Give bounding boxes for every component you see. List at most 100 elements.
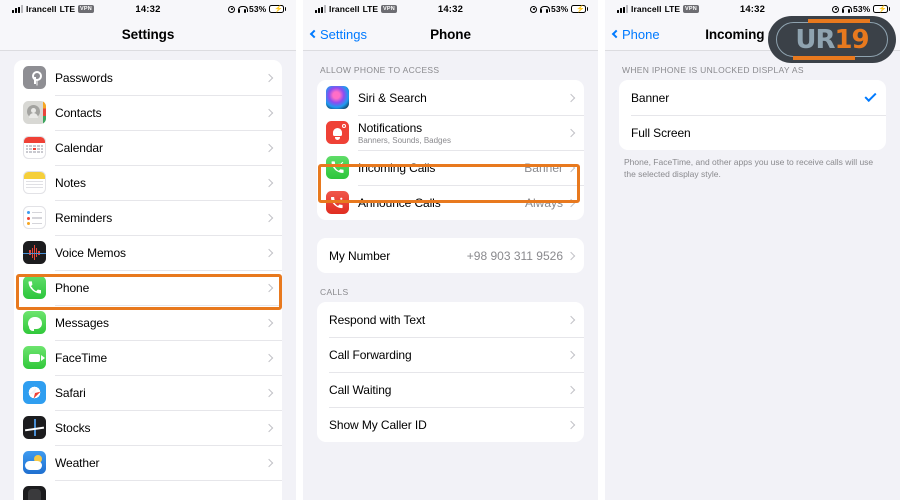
option-full-screen[interactable]: Full Screen xyxy=(619,115,886,150)
sidebar-item-weather[interactable]: Weather xyxy=(14,445,282,480)
battery-icon: ⚡ xyxy=(873,5,890,13)
chevron-right-icon xyxy=(566,163,576,172)
row-incoming-calls[interactable]: Incoming Calls Banner xyxy=(317,150,584,185)
weather-icon xyxy=(23,451,46,474)
status-right: 53% ⚡ xyxy=(530,4,588,14)
row-siri-and-search[interactable]: Siri & Search xyxy=(317,80,584,115)
row-label: Call Forwarding xyxy=(329,347,412,362)
sidebar-item-calendar[interactable]: Calendar xyxy=(14,130,282,165)
panel-settings: Irancell LTE VPN 14:32 53% ⚡ Settings Pa… xyxy=(0,0,296,500)
panel-incoming-calls: Irancell LTE VPN 14:32 53% ⚡ Phone Incom… xyxy=(605,0,900,500)
option-banner[interactable]: Banner xyxy=(619,80,886,115)
sidebar-item-stocks[interactable]: Stocks xyxy=(14,410,282,445)
row-label: Notifications xyxy=(358,120,423,135)
chevron-right-icon xyxy=(264,178,274,187)
row-label: Call Waiting xyxy=(329,382,392,397)
row-announce-calls[interactable]: Announce Calls Always xyxy=(317,185,584,220)
chevron-right-icon xyxy=(264,423,274,432)
row-sublabel: Banners, Sounds, Badges xyxy=(358,135,451,145)
notifications-icon xyxy=(326,121,349,144)
back-button-settings[interactable]: Settings xyxy=(303,27,367,42)
status-bar-panel2: Irancell LTE VPN 14:32 53% ⚡ xyxy=(303,0,598,18)
row-label: FaceTime xyxy=(55,350,108,365)
navbar-panel1: Settings xyxy=(0,18,296,51)
row-call-waiting[interactable]: Call Waiting xyxy=(317,372,584,407)
sidebar-item-safari[interactable]: Safari xyxy=(14,375,282,410)
chevron-right-icon xyxy=(264,388,274,397)
row-label: Reminders xyxy=(55,210,113,225)
row-label: Respond with Text xyxy=(329,312,426,327)
chevron-right-icon xyxy=(566,251,576,260)
row-show-my-caller-id[interactable]: Show My Caller ID xyxy=(317,407,584,442)
voice-memos-icon xyxy=(23,241,46,264)
row-label: Weather xyxy=(55,455,100,470)
settings-apps-card: Passwords Contacts Calendar Notes Remind… xyxy=(14,60,282,500)
battery-percent-label: 53% xyxy=(551,4,569,14)
calendar-icon xyxy=(23,136,46,159)
sidebar-item-messages[interactable]: Messages xyxy=(14,305,282,340)
incoming-calls-icon xyxy=(326,156,349,179)
watermark-bar-bottom xyxy=(793,56,855,60)
battery-percent-label: 53% xyxy=(853,4,871,14)
chevron-left-icon xyxy=(309,29,319,39)
row-label: Safari xyxy=(55,385,86,400)
row-label: Calendar xyxy=(55,140,103,155)
row-label: My Number xyxy=(329,248,391,263)
status-right: 53% ⚡ xyxy=(832,4,890,14)
row-notifications[interactable]: Notifications Banners, Sounds, Badges xyxy=(317,115,584,150)
row-value: Banner xyxy=(524,160,563,175)
chevron-right-icon xyxy=(264,353,274,362)
location-icon xyxy=(832,5,839,13)
row-my-number[interactable]: My Number +98 903 311 9526 xyxy=(317,238,584,273)
row-value: Always xyxy=(524,195,563,210)
messages-icon xyxy=(23,311,46,334)
allow-access-card: Siri & Search Notifications Banners, Sou… xyxy=(317,80,584,220)
sidebar-item-notes[interactable]: Notes xyxy=(14,165,282,200)
facetime-icon xyxy=(23,346,46,369)
row-call-forwarding[interactable]: Call Forwarding xyxy=(317,337,584,372)
announce-calls-icon xyxy=(326,191,349,214)
chevron-right-icon xyxy=(566,315,576,324)
row-label: Contacts xyxy=(55,105,102,120)
settings-list-content: Passwords Contacts Calendar Notes Remind… xyxy=(0,51,296,500)
page-title-settings: Settings xyxy=(121,26,175,42)
row-label: Messages xyxy=(55,315,109,330)
location-icon xyxy=(530,5,537,13)
row-label: Voice Memos xyxy=(55,245,126,260)
chevron-right-icon xyxy=(566,93,576,102)
status-right: 53% ⚡ xyxy=(228,4,286,14)
sidebar-item-contacts[interactable]: Contacts xyxy=(14,95,282,130)
stocks-icon xyxy=(23,416,46,439)
safari-icon xyxy=(23,381,46,404)
sidebar-item-phone[interactable]: Phone xyxy=(14,270,282,305)
row-label: Banner xyxy=(631,90,670,105)
phone-settings-content: ALLOW PHONE TO ACCESS Siri & Search Noti… xyxy=(303,51,598,442)
three-panel-screenshot: Irancell LTE VPN 14:32 53% ⚡ Settings Pa… xyxy=(0,0,900,500)
status-bar-panel1: Irancell LTE VPN 14:32 53% ⚡ xyxy=(0,0,296,18)
row-label: Phone xyxy=(55,280,90,295)
phone-icon xyxy=(23,276,46,299)
display-options-card: Banner Full Screen xyxy=(619,80,886,150)
back-button-phone[interactable]: Phone xyxy=(605,27,660,42)
battery-percent-label: 53% xyxy=(249,4,267,14)
passwords-icon xyxy=(23,66,46,89)
sidebar-item-reminders[interactable]: Reminders xyxy=(14,200,282,235)
row-label: Full Screen xyxy=(631,125,691,140)
sidebar-item-partial[interactable] xyxy=(14,480,282,500)
chevron-right-icon xyxy=(566,385,576,394)
headphones-icon xyxy=(238,5,248,13)
sidebar-item-voice-memos[interactable]: Voice Memos xyxy=(14,235,282,270)
panel-gutter-2 xyxy=(598,0,605,500)
siri-search-icon xyxy=(326,86,349,109)
chevron-right-icon xyxy=(264,318,274,327)
calls-card: Respond with Text Call Forwarding Call W… xyxy=(317,302,584,442)
sidebar-item-facetime[interactable]: FaceTime xyxy=(14,340,282,375)
sidebar-item-passwords[interactable]: Passwords xyxy=(14,60,282,95)
notes-icon xyxy=(23,171,46,194)
back-button-label: Settings xyxy=(320,26,367,42)
row-respond-with-text[interactable]: Respond with Text xyxy=(317,302,584,337)
chevron-right-icon xyxy=(264,248,274,257)
my-number-value: +98 903 311 9526 xyxy=(466,248,563,263)
row-label: Incoming Calls xyxy=(358,160,436,175)
chevron-right-icon xyxy=(264,108,274,117)
